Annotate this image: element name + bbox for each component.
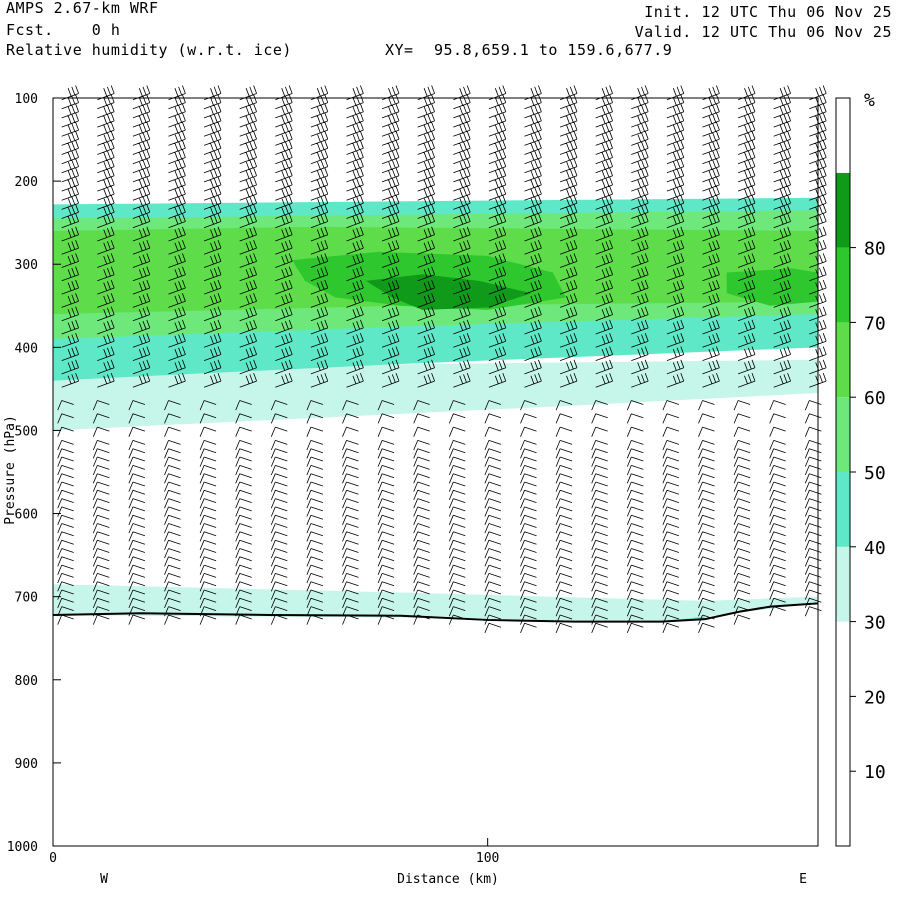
y-tick-label: 500 [15, 424, 38, 439]
colorbar-segment [836, 247, 850, 323]
x-axis: 0 100 [49, 838, 499, 866]
colorbar-segment [836, 397, 850, 472]
colorbar-segment [836, 771, 850, 846]
y-tick-label: 100 [15, 92, 38, 107]
colorbar-segment [836, 696, 850, 772]
y-tick-label: 200 [15, 175, 38, 190]
y-tick-label: 900 [15, 757, 38, 772]
y-axis-label: Pressure (hPa) [3, 415, 18, 525]
colorbar-label: 10 [864, 762, 886, 783]
colorbar-label: 40 [864, 538, 886, 559]
colorbar-segment [836, 322, 850, 398]
colorbar-label: 80 [864, 239, 886, 260]
colorbar-segment [836, 472, 850, 547]
cross-section-chart: 100 200 300 400 500 600 700 800 900 1000 0 100 Pre… [3, 85, 886, 887]
y-tick-label: 600 [15, 508, 38, 523]
y-tick-label: 700 [15, 591, 38, 606]
y-tick-label: 1000 [7, 840, 38, 855]
colorbar-segment [836, 546, 850, 622]
colorbar-label: 70 [864, 313, 886, 334]
west-label: W [100, 872, 108, 887]
colorbar-segment [836, 172, 850, 248]
colorbar-unit: % [864, 90, 875, 111]
x-tick-label: 100 [476, 851, 499, 866]
x-axis-label: Distance (km) [397, 872, 499, 887]
x-tick-label: 0 [49, 851, 57, 866]
colorbar-segment [836, 98, 850, 173]
colorbar-label: 30 [864, 613, 886, 634]
colorbar-segment [836, 621, 850, 697]
y-tick-label: 400 [15, 341, 38, 356]
east-label: E [799, 872, 807, 887]
y-tick-label: 300 [15, 258, 38, 273]
y-tick-label: 800 [15, 674, 38, 689]
colorbar-label: 60 [864, 388, 886, 409]
colorbar: 10 20 30 40 50 60 70 80 [835, 97, 886, 847]
colorbar-label: 20 [864, 687, 886, 708]
colorbar-label: 50 [864, 463, 886, 484]
